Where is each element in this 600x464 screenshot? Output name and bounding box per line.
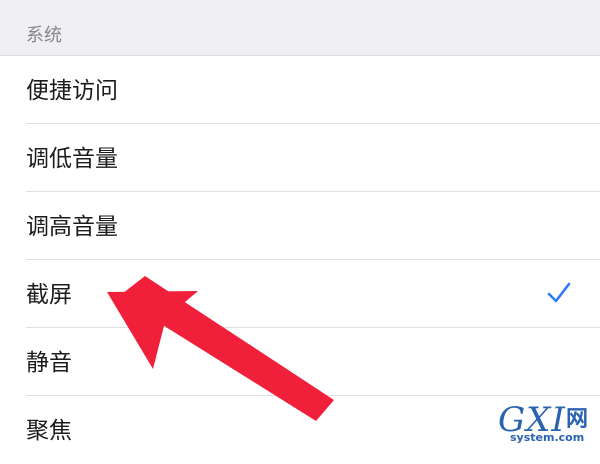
list-item-accessibility[interactable]: 便捷访问: [0, 56, 600, 124]
section-header: 系统: [0, 0, 600, 56]
list-item-mute[interactable]: 静音: [0, 328, 600, 396]
list-item-label: 调低音量: [26, 146, 118, 172]
list-item-screenshot[interactable]: 截屏: [0, 260, 600, 328]
list-item-label: 静音: [26, 350, 72, 376]
list-item-label: 调高音量: [26, 214, 118, 240]
checkmark-icon: [546, 280, 572, 306]
section-title: 系统: [26, 25, 62, 46]
list-item-volume-up[interactable]: 调高音量: [0, 192, 600, 260]
list-item-label: 聚焦: [26, 418, 72, 444]
list-item-label: 便捷访问: [26, 78, 118, 104]
list-item-label: 截屏: [26, 282, 72, 308]
list-item-volume-down[interactable]: 调低音量: [0, 124, 600, 192]
watermark-domain: system.com: [510, 431, 585, 444]
site-watermark: GXI 网 system.com: [498, 402, 598, 448]
watermark-suffix: 网: [566, 407, 589, 432]
